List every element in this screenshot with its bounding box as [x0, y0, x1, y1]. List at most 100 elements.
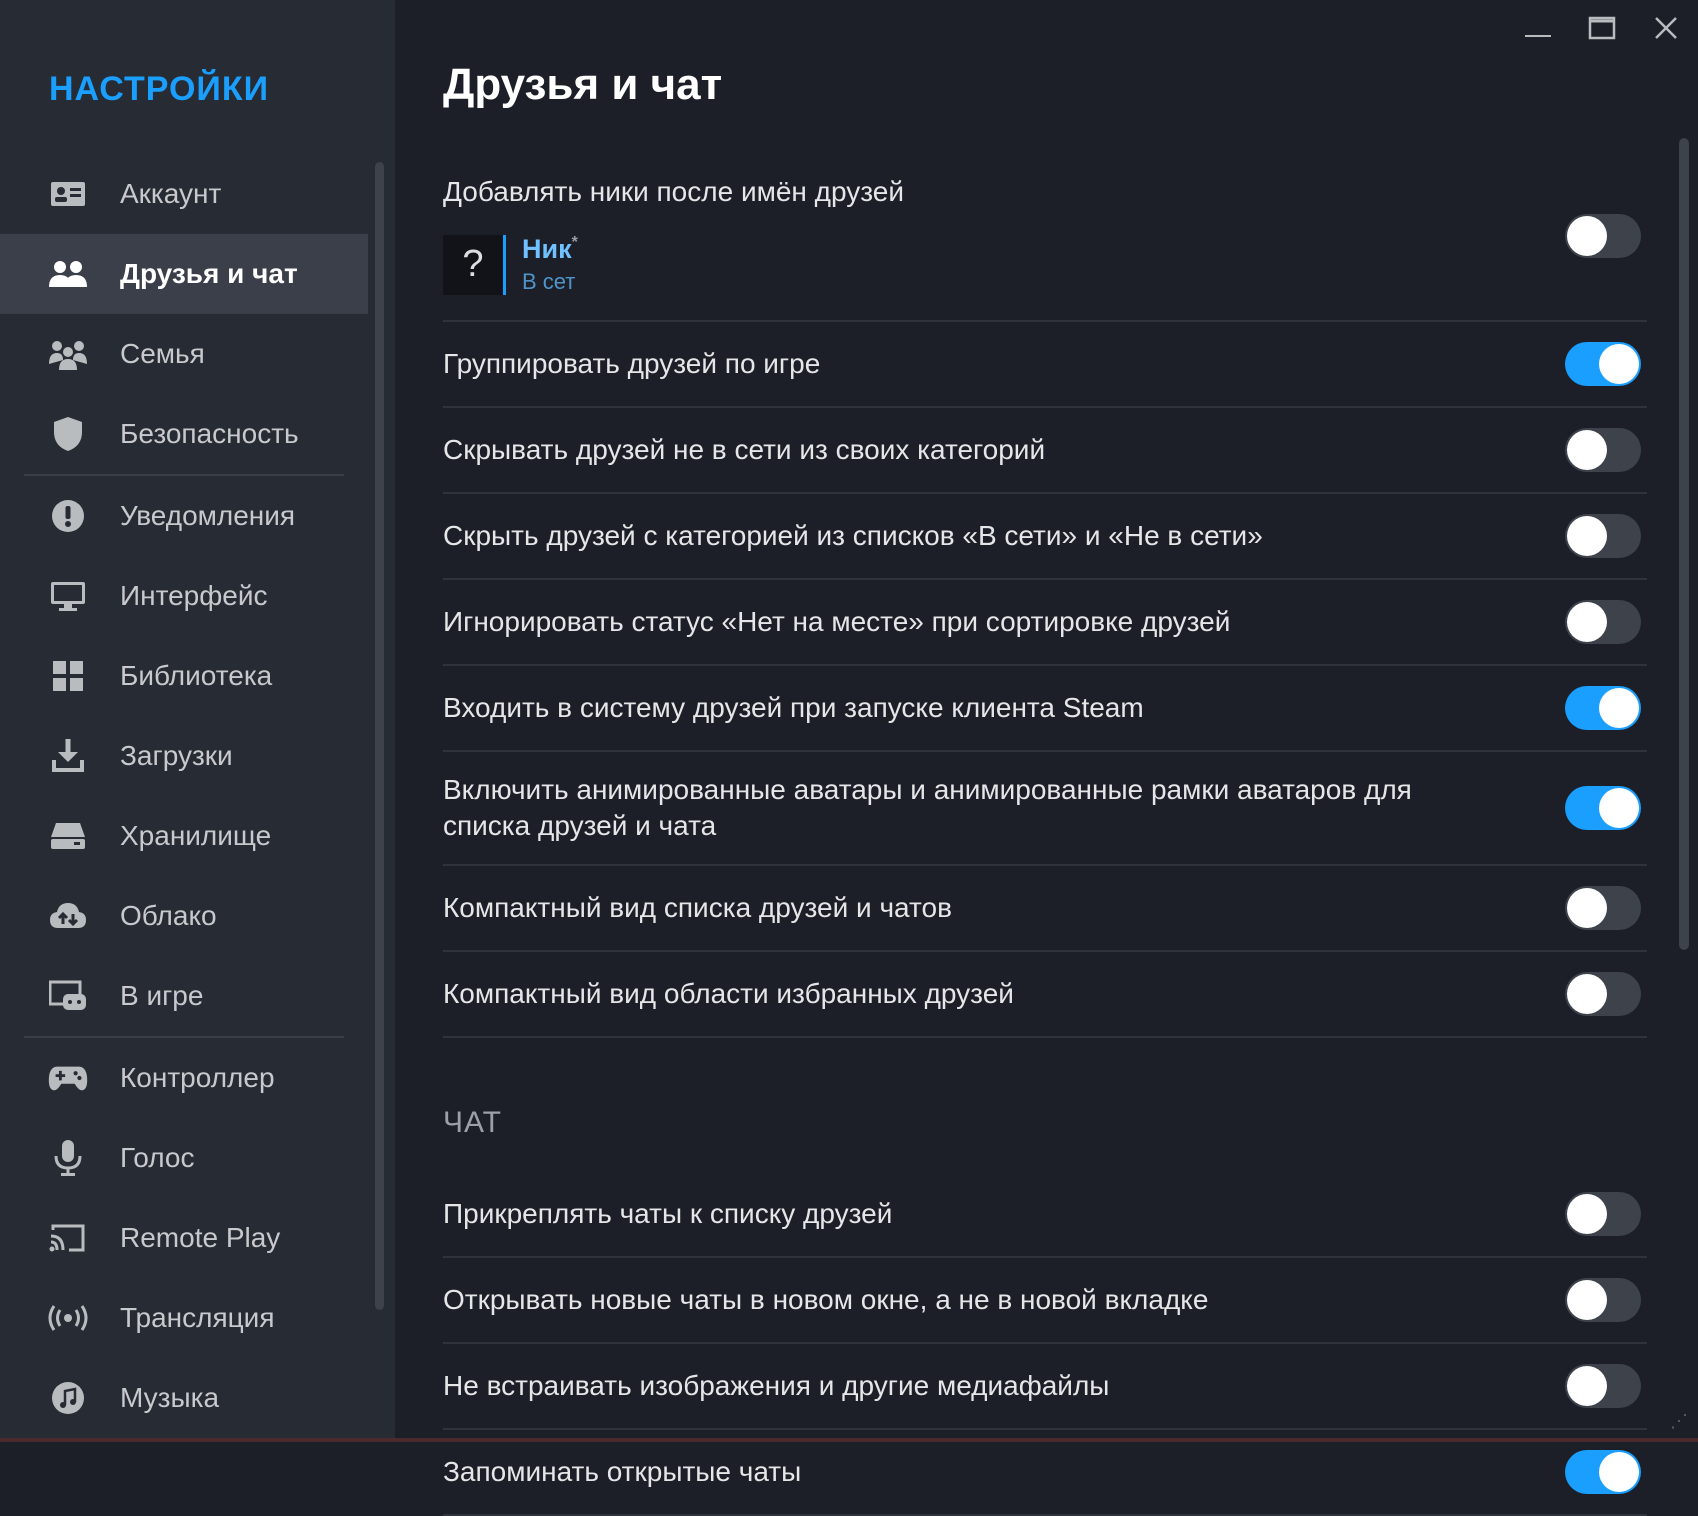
- sidebar-item-label: Музыка: [120, 1382, 220, 1413]
- sidebar-item-label: Безопасность: [120, 418, 299, 449]
- cast-icon: [48, 1218, 88, 1258]
- toggle-switch[interactable]: [1565, 686, 1641, 730]
- toggle-switch[interactable]: [1565, 1450, 1641, 1494]
- setting-label: Включить анимированные аватары и анимиро…: [443, 774, 1412, 841]
- broadcast-icon: [48, 1298, 88, 1338]
- setting-row: Скрывать друзей не в сети из своих катег…: [443, 408, 1647, 494]
- toggle-knob: [1567, 974, 1607, 1014]
- toggle-switch[interactable]: [1565, 214, 1641, 258]
- setting-label: Игнорировать статус «Нет на месте» при с…: [443, 606, 1231, 637]
- gamepad-icon: [48, 1058, 88, 1098]
- toggle-knob: [1599, 688, 1639, 728]
- maximize-icon: [1588, 16, 1616, 40]
- sidebar-item-label: Контроллер: [120, 1062, 275, 1093]
- drive-icon: [48, 816, 88, 856]
- sidebar-item-voice[interactable]: Голос: [0, 1118, 368, 1198]
- page-title: Друзья и чат: [443, 60, 723, 109]
- sidebar-item-interface[interactable]: Интерфейс: [0, 556, 368, 636]
- sidebar-item-label: Хранилище: [120, 820, 272, 851]
- toggle-knob: [1599, 1452, 1639, 1492]
- sidebar-title: НАСТРОЙКИ: [49, 70, 270, 108]
- chat-setting-row: Не встраивать изображения и другие медиа…: [443, 1344, 1647, 1430]
- toggle-switch[interactable]: [1565, 786, 1641, 830]
- toggle-switch[interactable]: [1565, 1278, 1641, 1322]
- toggle-switch[interactable]: [1565, 1364, 1641, 1408]
- chat-setting-row: Открывать новые чаты в новом окне, а не …: [443, 1258, 1647, 1344]
- sidebar-item-label: Трансляция: [120, 1302, 275, 1333]
- sidebar-item-account[interactable]: Аккаунт: [0, 154, 368, 234]
- sidebar-item-family[interactable]: Семья: [0, 314, 368, 394]
- nickname-preview-text: Ник* В сет: [522, 234, 578, 295]
- nickname-name: Ник: [522, 234, 572, 264]
- sidebar-item-in-game[interactable]: В игре: [0, 956, 368, 1036]
- close-button[interactable]: [1634, 8, 1698, 48]
- toggle-knob: [1567, 1194, 1607, 1234]
- resize-grip-icon[interactable]: ⋰: [1670, 1411, 1688, 1432]
- toggle-knob: [1567, 1280, 1607, 1320]
- toggle-switch[interactable]: [1565, 514, 1641, 558]
- sidebar-nav: Аккаунт Друзья и чат Семья Безопасность Увед…: [0, 154, 368, 1438]
- setting-row: Компактный вид области избранных друзей: [443, 952, 1647, 1038]
- toggle-switch[interactable]: [1565, 600, 1641, 644]
- close-icon: [1655, 17, 1677, 39]
- chat-setting-row: Прикреплять чаты к списку друзей: [443, 1172, 1647, 1258]
- window-controls: [1506, 8, 1698, 48]
- grid-icon: [48, 656, 88, 696]
- family-icon: [48, 334, 88, 374]
- setting-label: Открывать новые чаты в новом окне, а не …: [443, 1284, 1209, 1315]
- sidebar-item-label: Библиотека: [120, 660, 273, 691]
- sidebar-item-label: Друзья и чат: [120, 258, 298, 289]
- microphone-icon: [48, 1138, 88, 1178]
- sidebar: НАСТРОЙКИ Аккаунт Друзья и чат Семья Безопа…: [0, 0, 395, 1442]
- sidebar-item-controller[interactable]: Контроллер: [0, 1038, 368, 1118]
- sidebar-item-cloud[interactable]: Облако: [0, 876, 368, 956]
- download-icon: [48, 736, 88, 776]
- setting-label: Скрывать друзей не в сети из своих катег…: [443, 434, 1046, 465]
- nickname-preview-status: В сет: [522, 269, 576, 294]
- sidebar-item-label: Уведомления: [120, 500, 296, 531]
- setting-row-nicknames: Добавлять ники после имён друзей? Ник* В с…: [443, 150, 1647, 322]
- sidebar-item-remote-play[interactable]: Remote Play: [0, 1198, 368, 1278]
- toggle-switch[interactable]: [1565, 972, 1641, 1016]
- toggle-knob: [1599, 788, 1639, 828]
- maximize-button[interactable]: [1570, 8, 1634, 48]
- main-scrollbar[interactable]: [1679, 138, 1689, 950]
- in-game-icon: [48, 976, 88, 1016]
- setting-row: Включить анимированные аватары и анимиро…: [443, 752, 1647, 866]
- sidebar-item-notifications[interactable]: Уведомления: [0, 476, 368, 556]
- sidebar-scrollbar[interactable]: [375, 162, 384, 1310]
- toggle-knob: [1567, 216, 1607, 256]
- avatar: ?: [443, 234, 506, 295]
- sidebar-item-label: Remote Play: [120, 1222, 281, 1253]
- minimize-button[interactable]: [1506, 8, 1570, 48]
- window-bottom-edge: [0, 1438, 1698, 1442]
- sidebar-item-friends-chat[interactable]: Друзья и чат: [0, 234, 368, 314]
- nickname-preview-name: Ник*: [522, 234, 578, 265]
- sidebar-item-storage[interactable]: Хранилище: [0, 796, 368, 876]
- sidebar-item-label: Загрузки: [120, 740, 233, 771]
- cloud-icon: [48, 896, 88, 936]
- setting-label: Не встраивать изображения и другие медиа…: [443, 1370, 1110, 1401]
- nickname-suffix: *: [571, 234, 578, 251]
- toggle-switch[interactable]: [1565, 886, 1641, 930]
- sidebar-item-broadcast[interactable]: Трансляция: [0, 1278, 368, 1358]
- alert-icon: [48, 496, 88, 536]
- toggle-switch[interactable]: [1565, 342, 1641, 386]
- setting-label: Добавлять ники после имён друзей: [443, 176, 904, 207]
- sidebar-item-security[interactable]: Безопасность: [0, 394, 368, 474]
- toggle-switch[interactable]: [1565, 428, 1641, 472]
- sidebar-item-downloads[interactable]: Загрузки: [0, 716, 368, 796]
- toggle-knob: [1567, 602, 1607, 642]
- toggle-switch[interactable]: [1565, 1192, 1641, 1236]
- sidebar-item-library[interactable]: Библиотека: [0, 636, 368, 716]
- music-icon: [48, 1378, 88, 1418]
- setting-row: Входить в систему друзей при запуске кли…: [443, 666, 1647, 752]
- sidebar-item-label: Голос: [120, 1142, 195, 1173]
- setting-row: Скрыть друзей с категорией из списков «В…: [443, 494, 1647, 580]
- setting-row: Игнорировать статус «Нет на месте» при с…: [443, 580, 1647, 666]
- nickname-preview: ? Ник* В сет: [443, 234, 578, 295]
- section-title-chat: ЧАТ: [443, 1106, 502, 1139]
- setting-row: Компактный вид списка друзей и чатов: [443, 866, 1647, 952]
- sidebar-item-music[interactable]: Музыка: [0, 1358, 368, 1438]
- shield-icon: [48, 414, 88, 454]
